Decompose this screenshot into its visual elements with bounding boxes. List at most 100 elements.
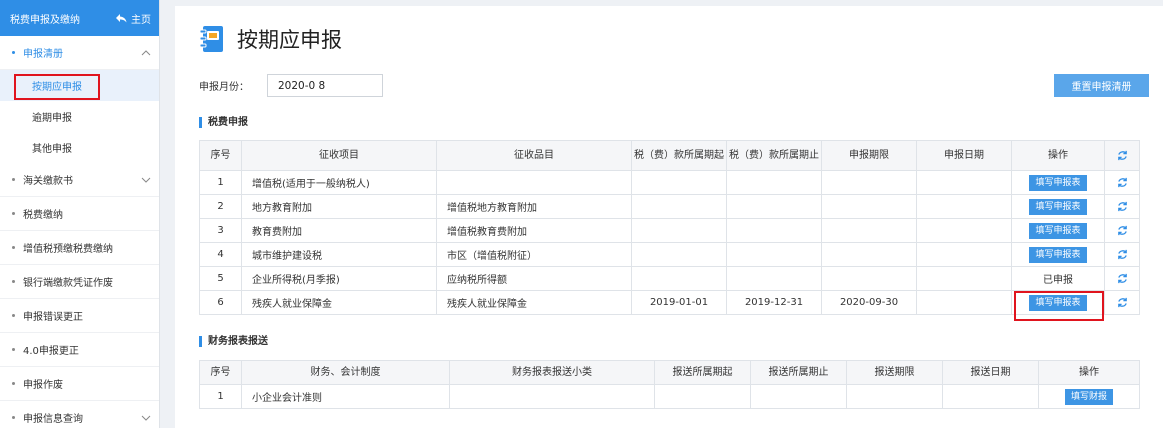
levy-subitem: 增值税地方教育附加 — [436, 194, 632, 219]
refresh-icon[interactable] — [1117, 273, 1128, 284]
sidebar-group-4-0-correction[interactable]: 4.0申报更正 — [0, 333, 159, 367]
bullet-icon — [12, 314, 15, 317]
sidebar-group-label: 申报错误更正 — [23, 312, 83, 323]
tax-declaration-table: 序号 征收项目 征收品目 税（费）款所属期起 税（费）款所属期止 申报期限 申报… — [199, 140, 1140, 315]
report-date — [942, 384, 1039, 409]
refresh-icon[interactable] — [1117, 177, 1128, 188]
column-header: 申报期限 — [821, 140, 917, 171]
sidebar-group-label: 申报作废 — [23, 380, 63, 391]
sidebar-item-periodic-declaration[interactable]: 按期应申报 — [0, 70, 159, 101]
financial-section-title: 财务报表报送 — [199, 336, 268, 347]
refresh-icon[interactable] — [1117, 297, 1128, 308]
page-header: 按期应申报 — [197, 24, 342, 54]
period-end — [726, 194, 822, 219]
declare-date — [916, 290, 1012, 315]
refresh-cell — [1104, 170, 1140, 195]
bullet-icon — [12, 348, 15, 351]
sidebar-item-label: 逾期申报 — [32, 113, 72, 124]
deadline — [821, 266, 917, 291]
fill-declaration-button[interactable]: 填写申报表 — [1029, 294, 1087, 311]
fill-financial-report-button[interactable]: 填写财报 — [1064, 388, 1113, 405]
declared-status: 已申报 — [1011, 266, 1105, 291]
table-row: 1 小企业会计准则 填写财报 — [199, 384, 1140, 409]
table-row: 1 增值税(适用于一般纳税人) 填写申报表 — [199, 170, 1140, 195]
refresh-icon[interactable] — [1117, 150, 1128, 161]
sidebar-group-tax-payment[interactable]: 税费缴纳 — [0, 197, 159, 231]
accounting-system: 小企业会计准则 — [241, 384, 450, 409]
sidebar: 税费申报及缴纳 主页 申报清册 按期应申报 逾期申报 其他申报 海关缴款书 税费… — [0, 0, 160, 428]
declare-date — [916, 242, 1012, 267]
action-cell: 填写申报表 — [1011, 170, 1105, 195]
declare-date — [916, 194, 1012, 219]
table-row: 3 教育费附加 增值税教育费附加 填写申报表 — [199, 218, 1140, 243]
period-start — [631, 218, 727, 243]
sidebar-item-overdue-declaration[interactable]: 逾期申报 — [0, 101, 159, 132]
refresh-icon[interactable] — [1117, 249, 1128, 260]
action-cell: 填写申报表 — [1011, 290, 1105, 315]
period-start — [631, 242, 727, 267]
column-header: 操作 — [1038, 360, 1140, 385]
financial-report-table: 序号 财务、会计制度 财务报表报送小类 报送所属期起 报送所属期止 报送期限 报… — [199, 360, 1140, 409]
column-header: 序号 — [199, 140, 242, 171]
sidebar-group-declaration-void[interactable]: 申报作废 — [0, 367, 159, 401]
period-end — [726, 170, 822, 195]
levy-subitem: 应纳税所得额 — [436, 266, 632, 291]
refresh-all-cell — [1104, 140, 1140, 171]
levy-item: 企业所得税(月季报) — [241, 266, 437, 291]
column-header: 税（费）款所属期起 — [631, 140, 727, 171]
refresh-icon[interactable] — [1117, 225, 1128, 236]
home-link[interactable]: 主页 — [116, 11, 151, 26]
column-header: 税（费）款所属期止 — [726, 140, 822, 171]
declare-date — [916, 218, 1012, 243]
report-subtype — [449, 384, 655, 409]
bullet-icon — [12, 212, 15, 215]
sidebar-item-other-declaration[interactable]: 其他申报 — [0, 132, 159, 163]
month-input[interactable] — [267, 74, 383, 97]
sidebar-group-label: 银行端缴款凭证作废 — [23, 278, 113, 289]
column-header: 财务、会计制度 — [241, 360, 450, 385]
sidebar-group-label: 申报信息查询 — [23, 414, 83, 425]
levy-item: 教育费附加 — [241, 218, 437, 243]
reset-declaration-list-button[interactable]: 重置申报清册 — [1054, 74, 1149, 97]
sidebar-group-customs-payment[interactable]: 海关缴款书 — [0, 163, 159, 197]
fill-declaration-button[interactable]: 填写申报表 — [1029, 246, 1087, 263]
action-cell: 填写申报表 — [1011, 242, 1105, 267]
sidebar-group-vat-prepayment[interactable]: 增值税预缴税费缴纳 — [0, 231, 159, 265]
period-end — [726, 266, 822, 291]
period-start — [631, 170, 727, 195]
refresh-icon[interactable] — [1117, 201, 1128, 212]
sidebar-group-declaration-list[interactable]: 申报清册 — [0, 36, 159, 70]
fill-declaration-button[interactable]: 填写申报表 — [1029, 198, 1087, 215]
column-header: 报送日期 — [942, 360, 1039, 385]
table-header-row: 序号 财务、会计制度 财务报表报送小类 报送所属期起 报送所属期止 报送期限 报… — [199, 360, 1140, 385]
month-label: 申报月份： — [199, 82, 249, 93]
column-header: 操作 — [1011, 140, 1105, 171]
refresh-cell — [1104, 194, 1140, 219]
chevron-up-icon — [141, 49, 151, 55]
home-label: 主页 — [131, 14, 151, 26]
fill-declaration-button[interactable]: 填写申报表 — [1029, 174, 1087, 191]
refresh-cell — [1104, 290, 1140, 315]
fill-declaration-button[interactable]: 填写申报表 — [1029, 222, 1087, 239]
table-header-row: 序号 征收项目 征收品目 税（费）款所属期起 税（费）款所属期止 申报期限 申报… — [199, 140, 1140, 171]
sidebar-group-declaration-query[interactable]: 申报信息查询 — [0, 401, 159, 428]
deadline — [821, 242, 917, 267]
deadline: 2020-09-30 — [821, 290, 917, 315]
sidebar-group-bank-voucher-void[interactable]: 银行端缴款凭证作废 — [0, 265, 159, 299]
column-header: 征收品目 — [436, 140, 632, 171]
refresh-cell — [1104, 266, 1140, 291]
row-number: 4 — [199, 242, 242, 267]
period-start — [631, 194, 727, 219]
period-end — [726, 218, 822, 243]
table-row: 2 地方教育附加 增值税地方教育附加 填写申报表 — [199, 194, 1140, 219]
action-cell: 填写财报 — [1038, 384, 1140, 409]
deadline — [821, 218, 917, 243]
sidebar-group-label: 海关缴款书 — [23, 176, 73, 187]
deadline — [821, 170, 917, 195]
page-title: 按期应申报 — [237, 28, 342, 52]
bullet-icon — [12, 382, 15, 385]
action-cell: 填写申报表 — [1011, 194, 1105, 219]
bullet-icon — [12, 416, 15, 419]
levy-item: 地方教育附加 — [241, 194, 437, 219]
sidebar-group-declaration-correction[interactable]: 申报错误更正 — [0, 299, 159, 333]
